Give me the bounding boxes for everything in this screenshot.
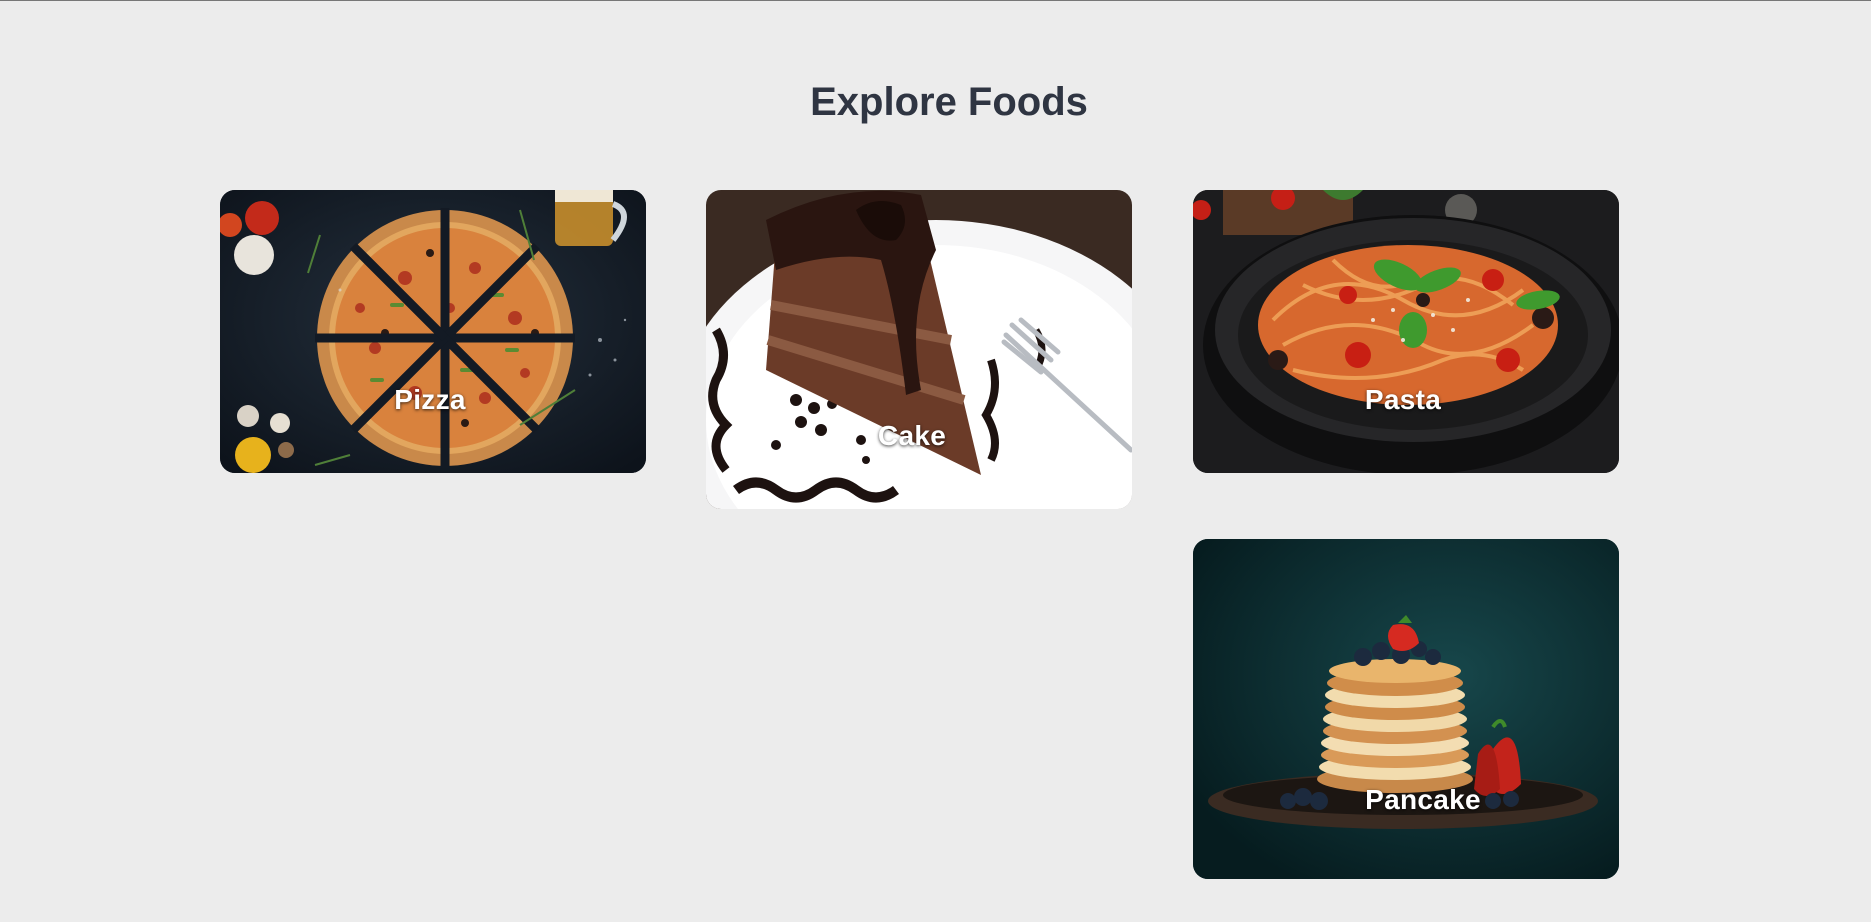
pizza-image xyxy=(220,190,646,473)
pasta-image xyxy=(1193,190,1619,473)
pancake-image xyxy=(1193,539,1619,879)
food-card-pancake[interactable]: Pancake xyxy=(1193,539,1619,879)
cake-image xyxy=(706,190,1132,509)
food-card-cake[interactable]: Cake xyxy=(706,190,1132,509)
page-title: Explore Foods xyxy=(810,80,1088,124)
food-label: Pasta xyxy=(1364,384,1442,415)
food-label: Cake xyxy=(877,420,947,451)
top-border xyxy=(0,0,1871,1)
food-label: Pizza xyxy=(394,384,466,415)
food-card-pasta[interactable]: Pasta xyxy=(1193,190,1619,473)
food-card-pizza[interactable]: Pizza xyxy=(220,190,646,473)
food-label: Pancake xyxy=(1365,784,1481,815)
